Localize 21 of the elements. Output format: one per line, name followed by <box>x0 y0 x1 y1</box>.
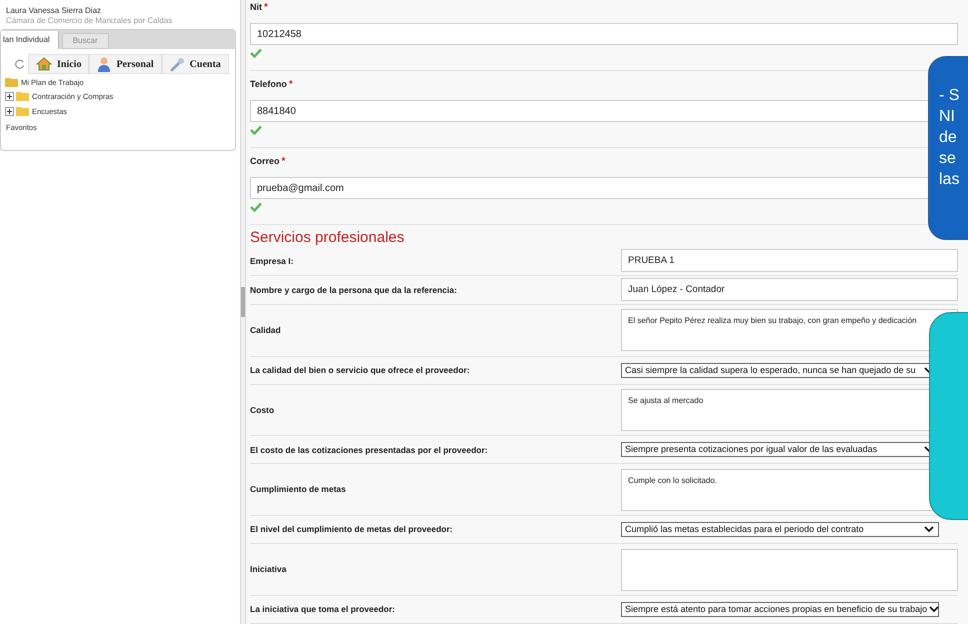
organization-name: Cámara de Comercio de Manizales por Caldas <box>5 16 174 26</box>
question-label: El nivel del cumplimiento de metas del proveedor: <box>250 523 454 536</box>
section-title: Servicios profesionales <box>250 229 406 247</box>
field-label: Nit <box>250 1 262 14</box>
question-label: Calidad <box>250 324 282 337</box>
question-label: El costo de las cotizaciones presentadas por el proveedor: <box>250 444 489 456</box>
question-label: Iniciativa <box>250 563 288 576</box>
question-label: La calidad del bien o servicio que ofrece el proveedor: <box>250 364 471 377</box>
question-label: Costo <box>250 404 276 416</box>
required-asterisk: * <box>282 156 286 168</box>
field-label: Correo <box>250 155 280 168</box>
required-asterisk: * <box>288 79 293 91</box>
user-name: Laura Vanessa Sierra Diaz <box>5 6 102 16</box>
question-label: Cumplimiento de metas <box>250 483 347 496</box>
callout-text: de <box>939 128 958 148</box>
required-asterisk: * <box>264 2 268 14</box>
callout-text: se <box>939 149 957 169</box>
question-label: Nombre y cargo de la persona que da la referencia: <box>250 284 458 296</box>
question-label: La iniciativa que toma el proveedor: <box>250 603 396 616</box>
field-label: Telefono <box>250 78 287 92</box>
question-label: Empresa I: <box>250 254 294 268</box>
